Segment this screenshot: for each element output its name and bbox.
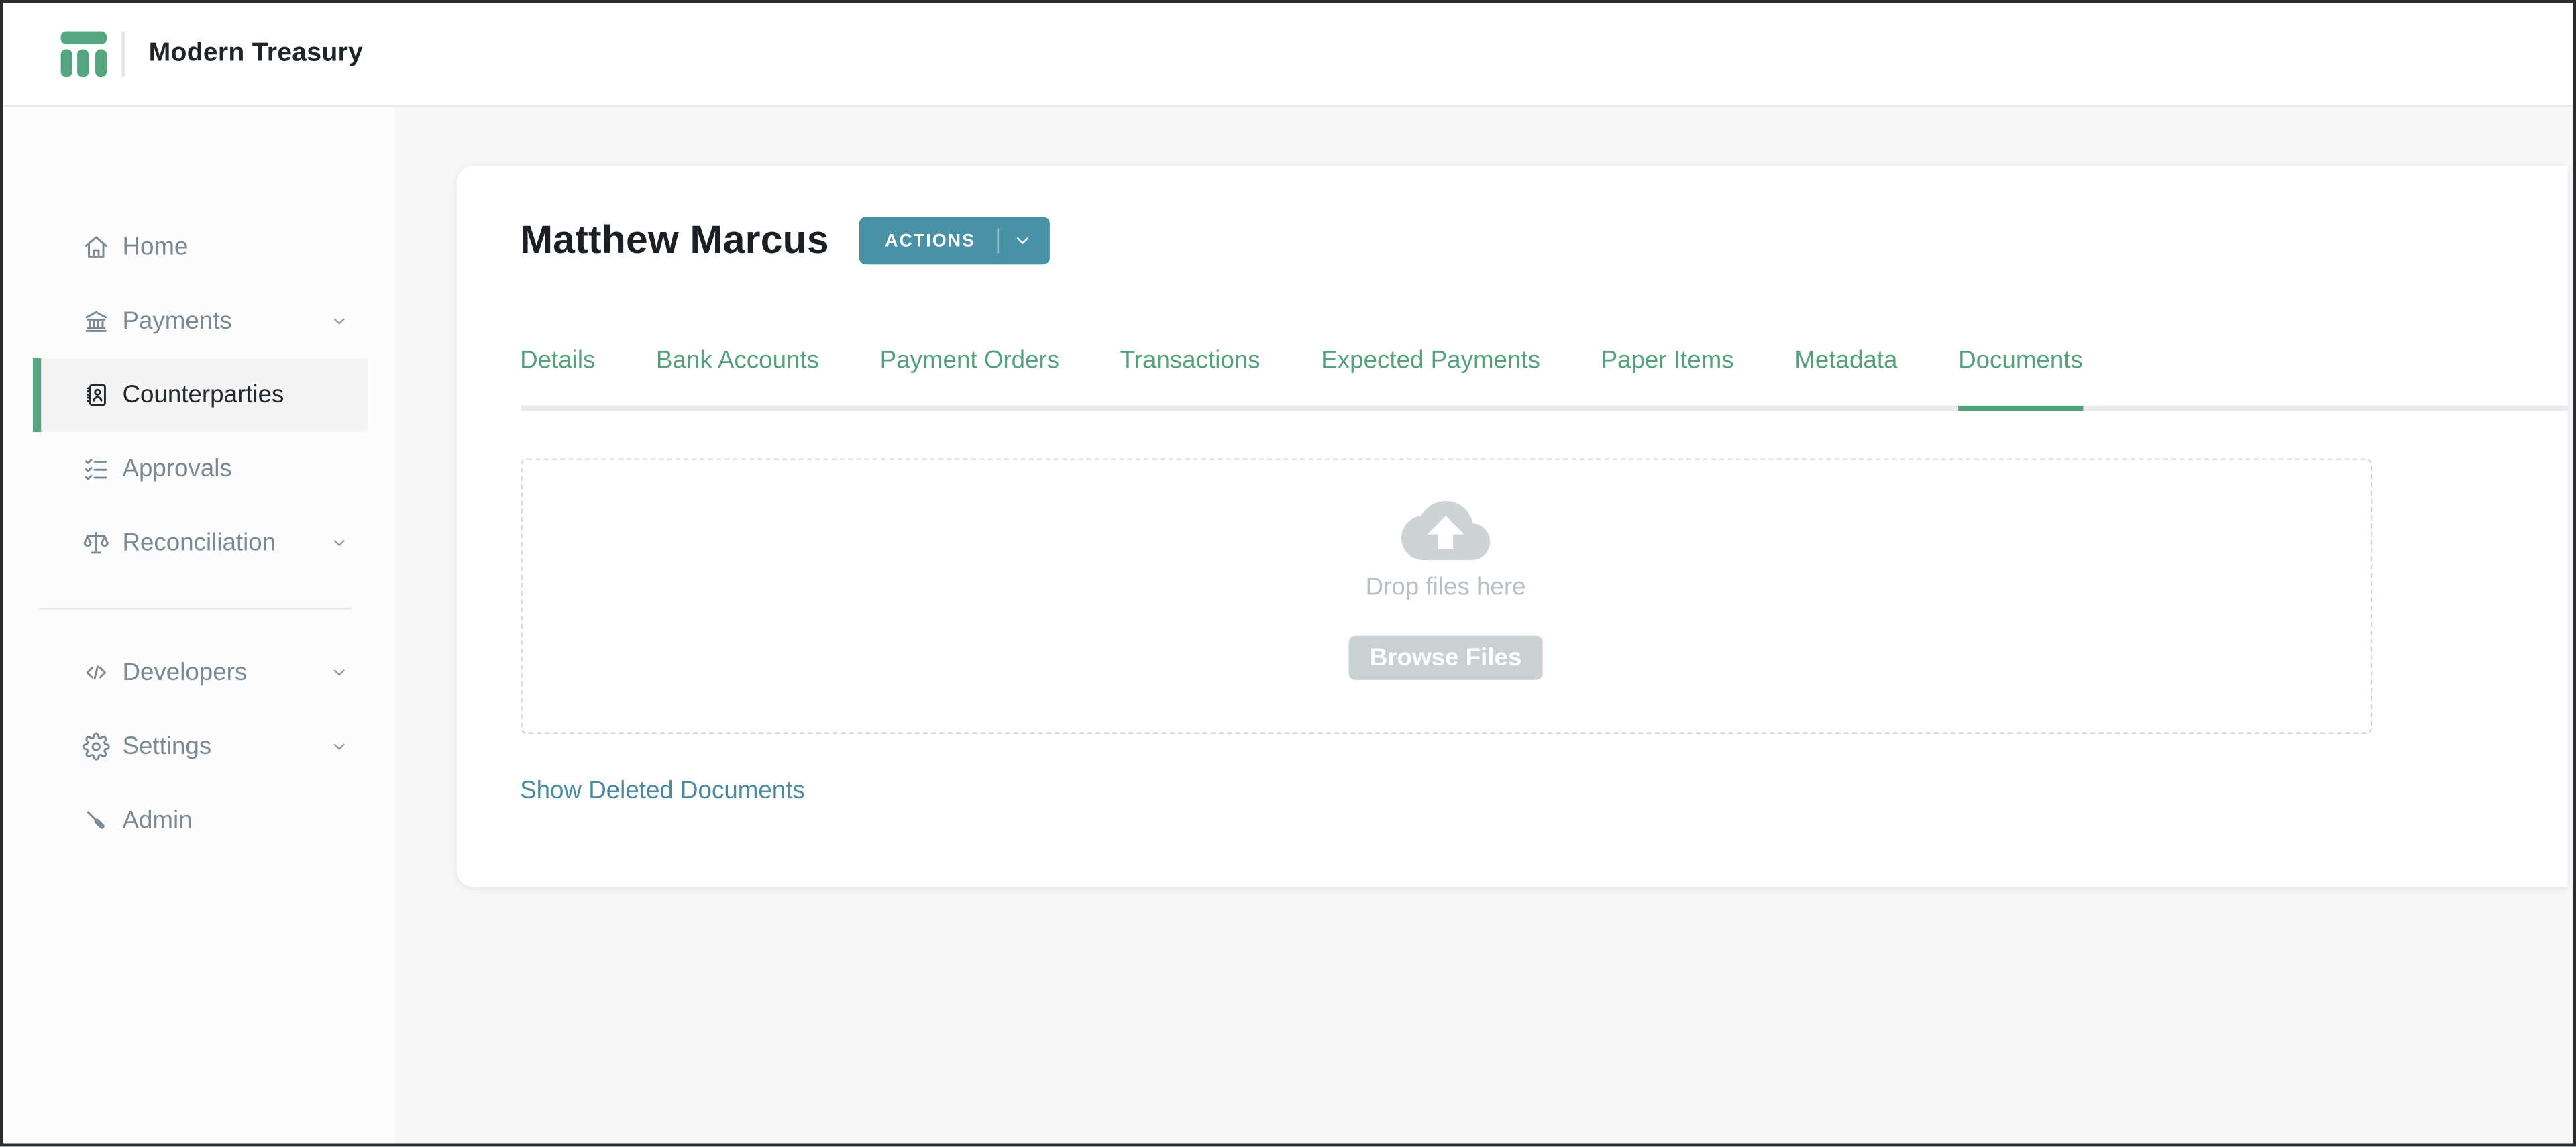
sidebar-item-counterparties[interactable]: Counterparties	[32, 358, 368, 433]
tab-details[interactable]: Details	[520, 346, 595, 405]
sidebar-divider	[38, 608, 351, 610]
sidebar-item-label: Home	[122, 233, 189, 262]
sidebar-item-label: Settings	[122, 732, 212, 760]
bank-icon	[81, 307, 109, 335]
sidebar-item-settings[interactable]: Settings	[32, 709, 368, 783]
chevron-down-icon[interactable]	[998, 231, 1049, 250]
code-icon	[81, 658, 109, 686]
chevron-down-icon	[330, 312, 348, 330]
drop-files-text: Drop files here	[1365, 573, 1526, 602]
chevron-down-icon	[330, 534, 348, 552]
tab-paper-items[interactable]: Paper Items	[1601, 346, 1734, 405]
browse-files-button[interactable]: Browse Files	[1348, 635, 1544, 680]
tab-transactions[interactable]: Transactions	[1120, 346, 1260, 405]
tab-metadata[interactable]: Metadata	[1794, 346, 1897, 405]
sidebar-item-label: Developers	[122, 657, 248, 686]
scale-icon	[81, 529, 109, 557]
chevron-down-icon	[330, 663, 348, 681]
sidebar-item-admin[interactable]: Admin	[32, 783, 368, 857]
sidebar-item-developers[interactable]: Developers	[32, 635, 368, 709]
file-dropzone[interactable]: Drop files here Browse Files	[520, 457, 2372, 734]
checklist-icon	[81, 455, 109, 483]
sidebar-item-payments[interactable]: Payments	[32, 284, 368, 358]
contact-book-icon	[81, 381, 109, 409]
app-window: Modern Treasury Home Payments Counterpar…	[0, 0, 2576, 1147]
title-row: Matthew Marcus ACTIONS	[520, 215, 2567, 267]
top-header: Modern Treasury	[3, 3, 2573, 107]
brand-name: Modern Treasury	[148, 39, 364, 68]
sidebar-item-label: Reconciliation	[122, 529, 276, 557]
sidebar-item-home[interactable]: Home	[32, 210, 368, 284]
show-deleted-documents-link[interactable]: Show Deleted Documents	[520, 776, 805, 804]
tab-bank-accounts[interactable]: Bank Accounts	[656, 346, 819, 405]
main-content: Matthew Marcus ACTIONS Details Bank Acco…	[393, 107, 2573, 1144]
cloud-upload-icon	[1401, 500, 1491, 561]
sidebar: Home Payments Counterparties Approvals R…	[3, 107, 394, 1144]
actions-button-label: ACTIONS	[885, 231, 976, 251]
tab-documents[interactable]: Documents	[1958, 346, 2083, 411]
tab-expected-payments[interactable]: Expected Payments	[1321, 346, 1540, 405]
gear-icon	[81, 732, 109, 760]
page-title: Matthew Marcus	[520, 217, 829, 262]
sidebar-item-label: Approvals	[122, 455, 232, 484]
screwdriver-icon	[81, 806, 109, 834]
chevron-down-icon	[330, 736, 348, 755]
actions-button[interactable]: ACTIONS	[858, 217, 1050, 265]
tab-bar: Details Bank Accounts Payment Orders Tra…	[520, 346, 2567, 411]
sidebar-item-label: Admin	[122, 806, 193, 834]
sidebar-item-label: Counterparties	[122, 381, 284, 409]
sidebar-item-reconciliation[interactable]: Reconciliation	[32, 506, 368, 580]
sidebar-item-label: Payments	[122, 307, 232, 335]
tab-payment-orders[interactable]: Payment Orders	[880, 346, 1059, 405]
counterparty-card: Matthew Marcus ACTIONS Details Bank Acco…	[455, 165, 2567, 887]
modern-treasury-logo-icon[interactable]	[60, 31, 106, 78]
sidebar-item-approvals[interactable]: Approvals	[32, 432, 368, 506]
brand-divider	[121, 31, 124, 78]
home-icon	[81, 233, 109, 262]
